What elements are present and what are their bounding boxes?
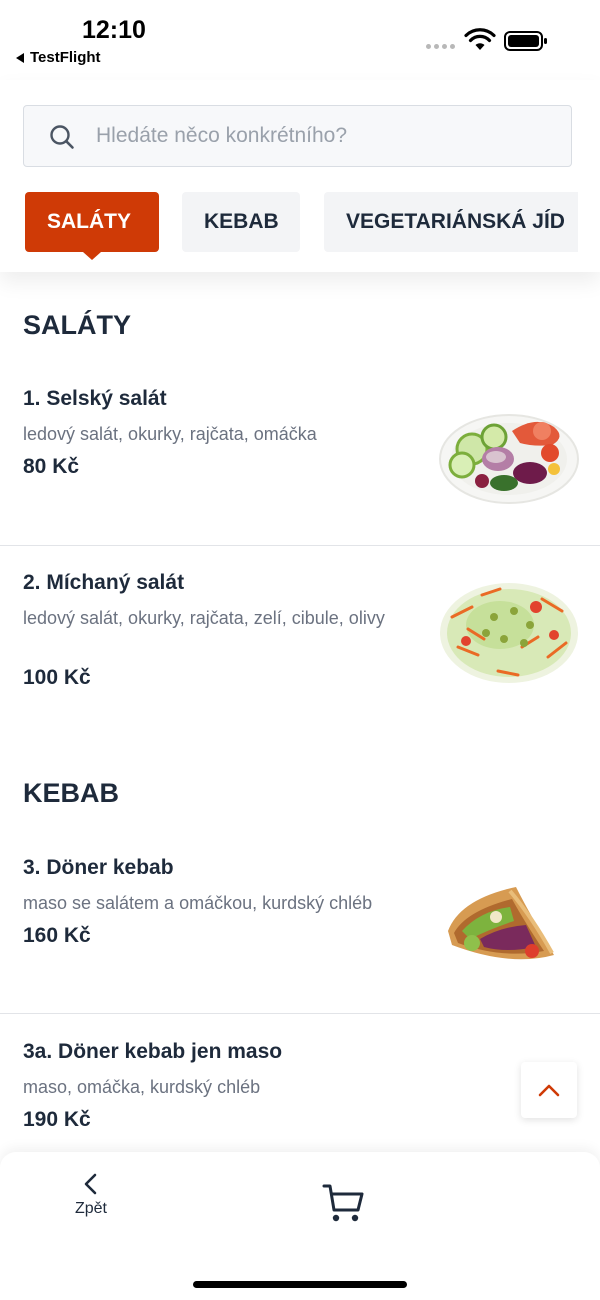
section-title-salaty: SALÁTY xyxy=(23,310,131,340)
item-price: 160 Kč xyxy=(23,924,91,947)
tab-kebab[interactable]: KEBAB xyxy=(182,192,300,252)
item-name: 3. Döner kebab xyxy=(23,856,174,879)
menu-list: SALÁTY 1. Selský salát ledový salát, oku… xyxy=(0,272,600,1156)
signal-icon xyxy=(426,44,455,49)
bottom-bar: Zpět xyxy=(0,1152,600,1300)
status-bar: 12:10 TestFlight xyxy=(0,0,600,80)
item-price: 190 Kč xyxy=(23,1108,91,1131)
section-title-kebab: KEBAB xyxy=(23,778,120,808)
tab-salaty[interactable]: SALÁTY xyxy=(25,192,159,260)
menu-item[interactable]: 3. Döner kebab maso se salátem a omáčkou… xyxy=(0,856,600,1013)
menu-item[interactable]: 3a. Döner kebab jen maso maso, omáčka, k… xyxy=(0,1040,600,1156)
back-triangle-icon xyxy=(16,52,24,63)
category-tabs: SALÁTY KEBAB VEGETARIÁNSKÁ JÍD xyxy=(0,192,578,262)
item-description: maso, omáčka, kurdský chléb xyxy=(23,1077,261,1097)
item-name: 3a. Döner kebab jen maso xyxy=(23,1040,283,1063)
menu-item[interactable]: 1. Selský salát ledový salát, okurky, ra… xyxy=(0,387,600,545)
item-name: 2. Míchaný salát xyxy=(23,571,185,594)
search-icon xyxy=(50,125,74,149)
header: SALÁTY KEBAB VEGETARIÁNSKÁ JÍD xyxy=(0,80,600,272)
cart-icon[interactable] xyxy=(320,1180,366,1226)
item-description: ledový salát, okurky, rajčata, omáčka xyxy=(23,424,317,444)
menu-item[interactable]: 2. Míchaný salát ledový salát, okurky, r… xyxy=(0,571,600,711)
back-label: Zpět xyxy=(74,1200,107,1217)
chevron-up-icon xyxy=(538,1084,560,1097)
item-price: 80 Kč xyxy=(23,455,80,478)
chevron-left-icon xyxy=(84,1173,97,1195)
item-description: maso se salátem a omáčkou, kurdský chléb xyxy=(23,893,373,913)
divider xyxy=(0,545,600,546)
scroll-to-top-button[interactable] xyxy=(521,1062,577,1118)
back-app-label: TestFlight xyxy=(30,49,101,66)
wifi-icon xyxy=(464,28,496,50)
doner-kebab-image xyxy=(448,887,554,960)
item-description: ledový salát, okurky, rajčata, zelí, cib… xyxy=(23,608,385,628)
mixed-salad-image xyxy=(440,583,578,683)
status-time: 12:10 xyxy=(82,16,146,44)
back-to-testflight[interactable]: TestFlight xyxy=(16,49,101,66)
item-price: 100 Kč xyxy=(23,666,91,689)
search-input[interactable] xyxy=(94,106,564,166)
item-name: 1. Selský salát xyxy=(23,387,167,410)
search-box[interactable] xyxy=(23,105,572,167)
home-indicator xyxy=(193,1281,407,1288)
back-button[interactable]: Zpět xyxy=(58,1172,124,1236)
battery-icon xyxy=(504,31,547,51)
salad-plate-image xyxy=(439,414,579,504)
divider xyxy=(0,1013,600,1014)
tab-vegetarian[interactable]: VEGETARIÁNSKÁ JÍD xyxy=(324,192,578,252)
